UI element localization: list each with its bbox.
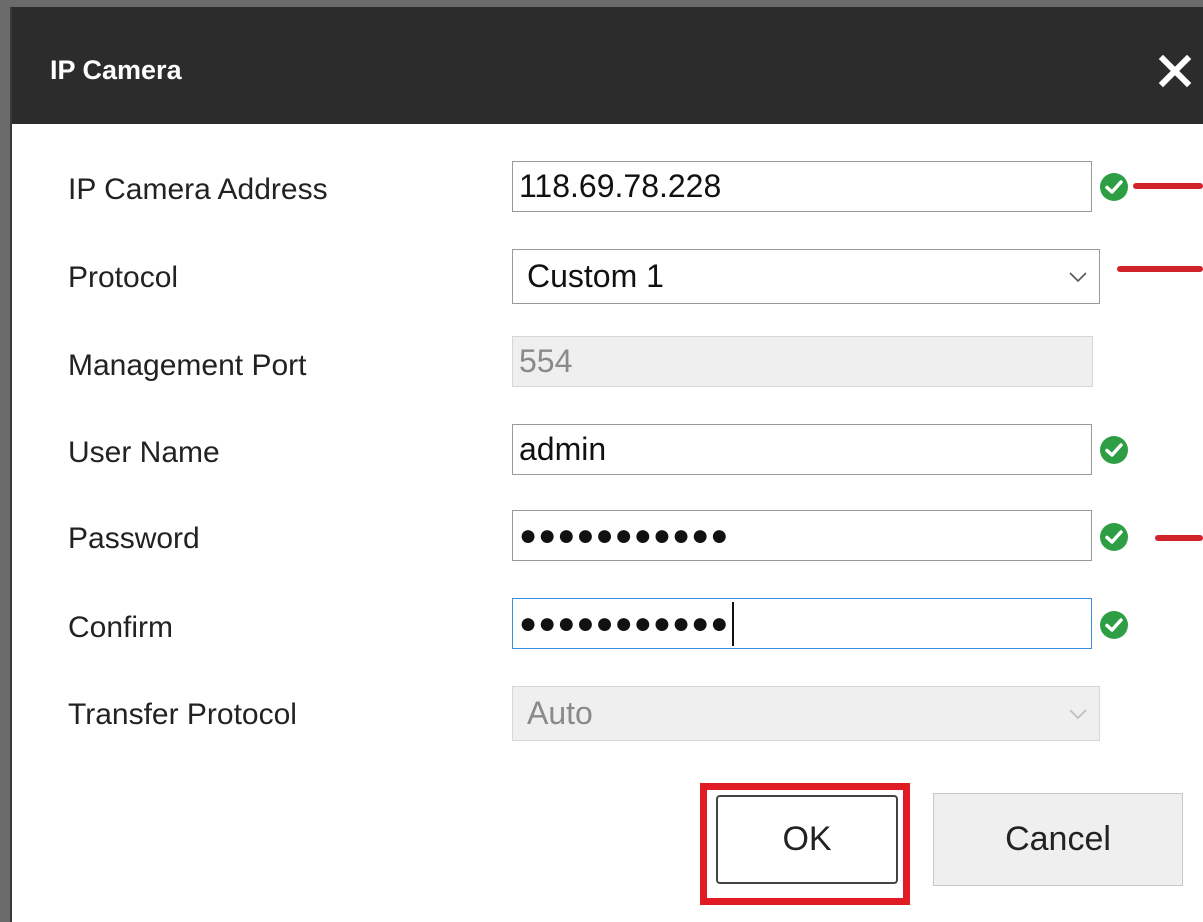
protocol-label: Protocol (68, 261, 179, 294)
management-port-input: 554 (512, 336, 1093, 387)
text-caret (732, 601, 735, 646)
user-name-value: admin (519, 431, 607, 467)
confirm-label: Confirm (68, 611, 174, 644)
chevron-down-icon (1069, 708, 1087, 719)
management-port-label: Management Port (68, 349, 307, 382)
transfer-protocol-select: Auto (512, 686, 1100, 741)
annotation-line (1133, 183, 1203, 189)
annotation-line (1155, 535, 1203, 541)
password-value: ●●●●●●●●●●● (519, 518, 730, 552)
ok-button[interactable]: OK (716, 795, 898, 884)
transfer-protocol-value: Auto (527, 695, 593, 731)
confirm-password-input[interactable]: ●●●●●●●●●●● (512, 598, 1092, 649)
check-circle-icon (1100, 611, 1128, 639)
password-input[interactable]: ●●●●●●●●●●● (512, 510, 1092, 561)
check-circle-icon (1100, 173, 1128, 201)
chevron-down-icon (1069, 271, 1087, 282)
user-name-label: User Name (68, 436, 220, 469)
close-icon[interactable] (1155, 51, 1195, 91)
check-circle-icon (1100, 523, 1128, 551)
dialog-title: IP Camera (50, 55, 182, 85)
check-circle-icon (1100, 436, 1128, 464)
user-name-input[interactable]: admin (512, 424, 1092, 475)
protocol-select[interactable]: Custom 1 (512, 249, 1100, 304)
ip-address-value: 118.69.78.228 (519, 168, 722, 204)
confirm-value: ●●●●●●●●●●● (519, 606, 730, 640)
dialog-titlebar: IP Camera (12, 7, 1203, 124)
annotation-line (1117, 266, 1203, 272)
password-label: Password (68, 522, 200, 555)
management-port-value: 554 (519, 343, 573, 379)
cancel-button[interactable]: Cancel (933, 793, 1183, 886)
ip-address-label: IP Camera Address (68, 173, 328, 206)
protocol-value: Custom 1 (527, 258, 664, 294)
transfer-protocol-label: Transfer Protocol (68, 698, 297, 731)
ip-address-input[interactable]: 118.69.78.228 (512, 161, 1092, 212)
